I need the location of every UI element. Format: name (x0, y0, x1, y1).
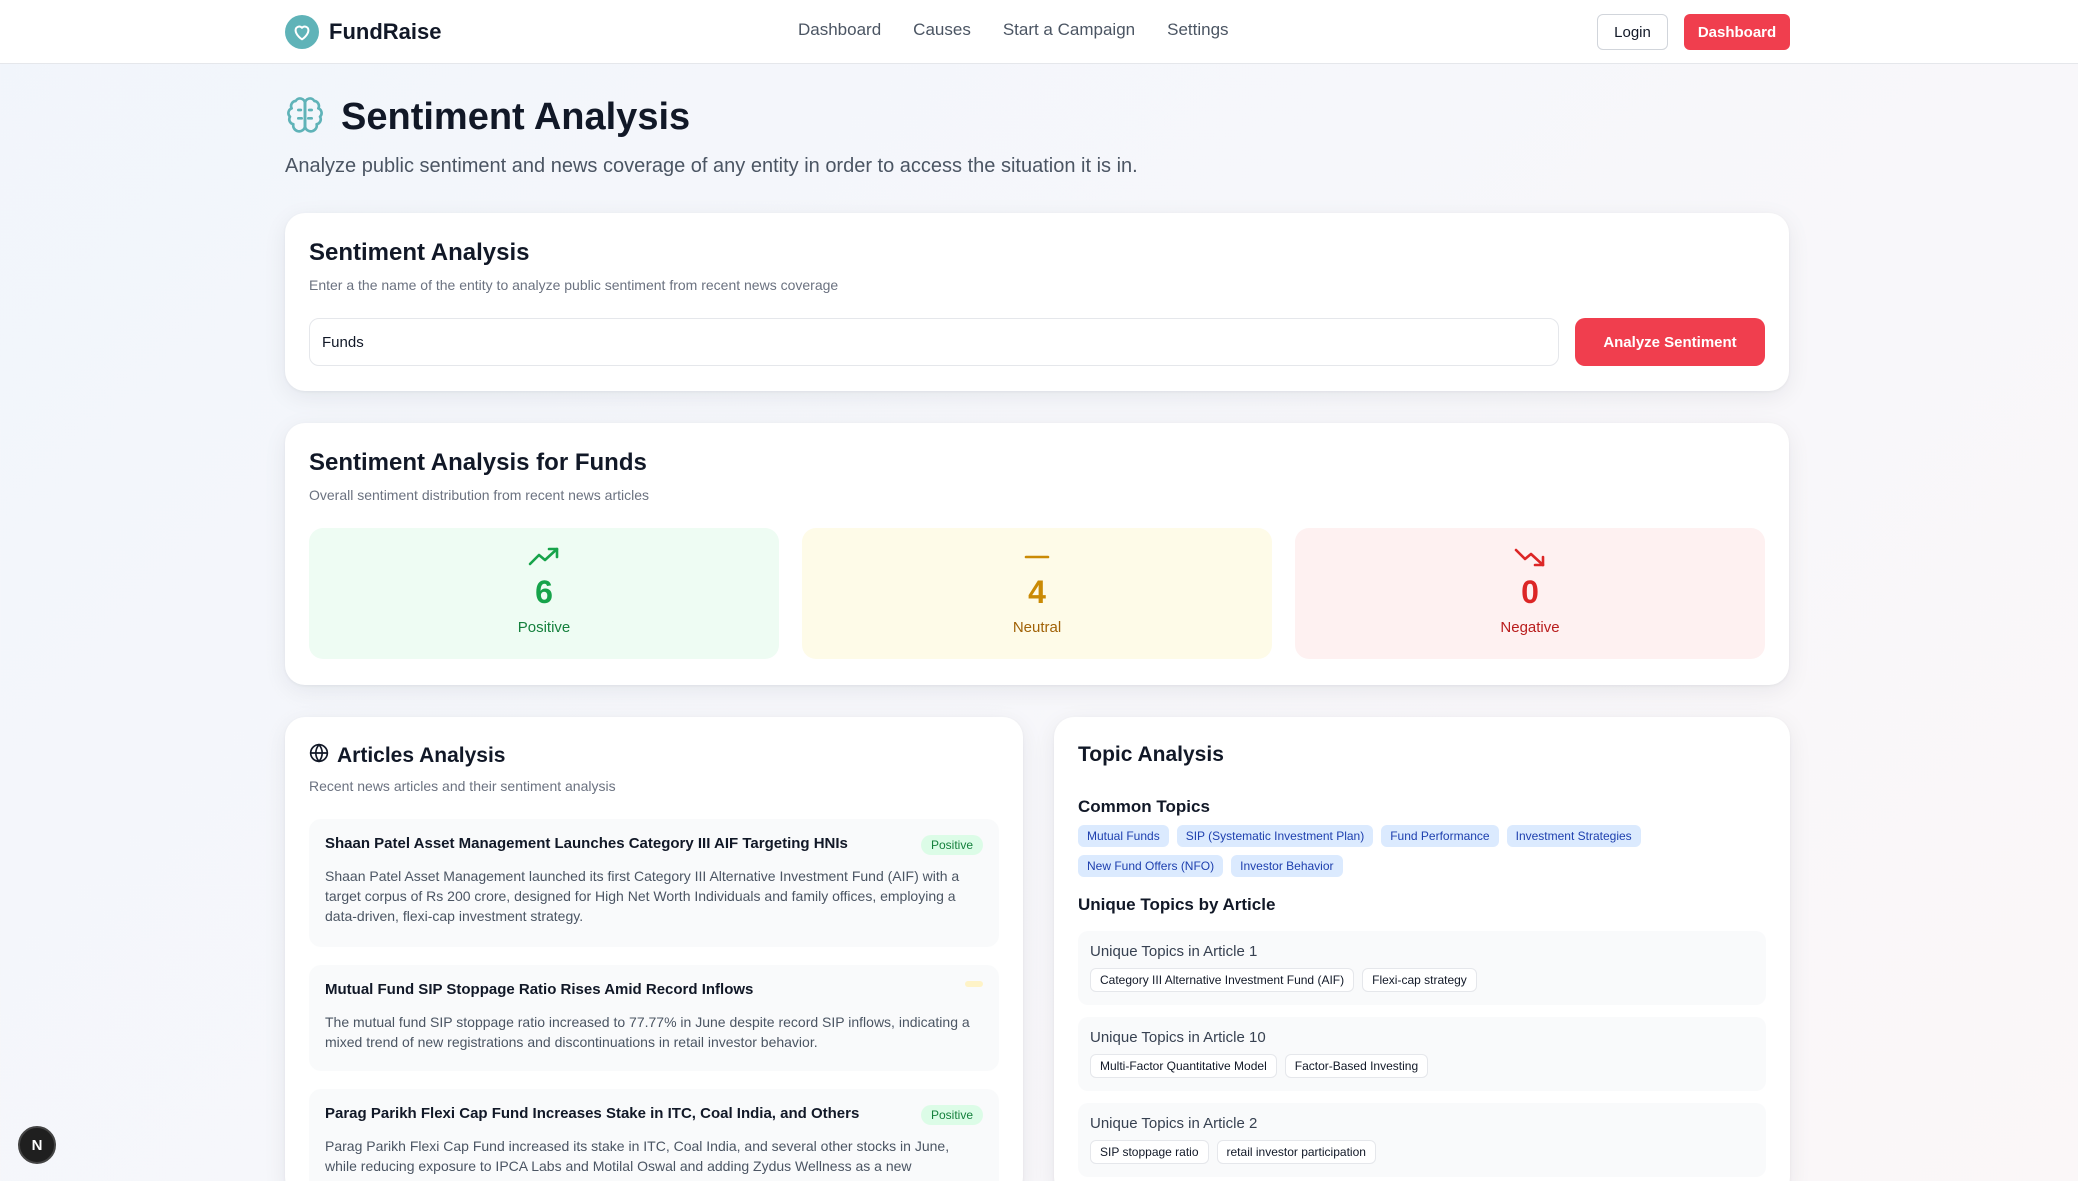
articles-card-header: Articles Analysis (309, 743, 999, 768)
nav-start-campaign[interactable]: Start a Campaign (1003, 20, 1135, 40)
positive-count: 6 (535, 574, 553, 610)
positive-stat: 6 Positive (309, 528, 779, 659)
brain-icon (285, 95, 325, 140)
entity-search-input[interactable] (309, 318, 1559, 366)
topic-chip[interactable]: New Fund Offers (NFO) (1078, 855, 1224, 877)
brand-name: FundRaise (329, 19, 442, 44)
negative-label: Negative (1500, 619, 1560, 636)
topic-chip[interactable]: SIP (Systematic Investment Plan) (1176, 825, 1374, 847)
unique-topics-title: Unique Topics in Article 10 (1090, 1029, 1266, 1046)
common-topics-heading: Common Topics (1078, 797, 1210, 816)
page-header: Sentiment Analysis (285, 95, 690, 140)
results-card: Sentiment Analysis for Funds Overall sen… (285, 423, 1789, 685)
search-card: Sentiment Analysis Enter a the name of t… (285, 213, 1789, 391)
login-button[interactable]: Login (1597, 14, 1668, 50)
topic-chip[interactable]: Category III Alternative Investment Fund… (1090, 968, 1355, 992)
articles-card: Articles Analysis Recent news articles a… (285, 717, 1023, 1181)
article-item[interactable]: Mutual Fund SIP Stoppage Ratio Rises Ami… (309, 965, 999, 1071)
sentiment-badge: Positive (920, 835, 983, 855)
topic-chip[interactable]: retail investor participation (1216, 1140, 1376, 1164)
article-summary: Parag Parikh Flexi Cap Fund increased it… (325, 1138, 950, 1174)
results-card-description: Overall sentiment distribution from rece… (309, 487, 650, 503)
topic-chip[interactable]: Factor-Based Investing (1284, 1054, 1429, 1078)
main-nav: Dashboard Causes Start a Campaign Settin… (798, 20, 1229, 40)
article-title: Mutual Fund SIP Stoppage Ratio Rises Ami… (325, 981, 754, 998)
results-card-title: Sentiment Analysis for Funds (309, 449, 647, 476)
brand[interactable]: FundRaise (285, 15, 441, 49)
neutral-label: Neutral (1012, 619, 1062, 636)
dashboard-button[interactable]: Dashboard (1684, 14, 1790, 50)
negative-stat: 0 Negative (1295, 528, 1765, 659)
unique-topics-heading: Unique Topics by Article (1078, 895, 1276, 914)
unique-topics-group: Unique Topics in Article 2 SIP stoppage … (1078, 1103, 1766, 1177)
globe-icon (309, 743, 329, 768)
sentiment-badge: Positive (920, 1105, 983, 1125)
top-navbar: FundRaise Dashboard Causes Start a Campa… (0, 0, 2078, 64)
minus-icon (1021, 546, 1053, 570)
nav-dashboard[interactable]: Dashboard (798, 20, 881, 40)
common-topics-list: Mutual Funds SIP (Systematic Investment … (1078, 825, 1718, 877)
article-summary: Shaan Patel Asset Management launched it… (325, 868, 960, 924)
articles-card-description: Recent news articles and their sentiment… (309, 778, 616, 794)
topic-chip[interactable]: SIP stoppage ratio (1090, 1140, 1209, 1164)
unique-topics-list: Category III Alternative Investment Fund… (1090, 968, 1754, 992)
topic-chip[interactable]: Fund Performance (1381, 825, 1499, 847)
neutral-count: 4 (1028, 574, 1046, 610)
articles-card-title: Articles Analysis (337, 743, 506, 767)
nav-causes[interactable]: Causes (913, 20, 971, 40)
topics-card-title: Topic Analysis (1078, 743, 1224, 766)
negative-count: 0 (1521, 574, 1539, 610)
article-item[interactable]: Shaan Patel Asset Management Launches Ca… (309, 819, 999, 947)
heart-icon (285, 15, 319, 49)
unique-topics-title: Unique Topics in Article 1 (1090, 943, 1258, 960)
topic-chip[interactable]: Investment Strategies (1506, 825, 1641, 847)
neutral-stat: 4 Neutral (802, 528, 1272, 659)
article-title: Parag Parikh Flexi Cap Fund Increases St… (325, 1105, 860, 1122)
unique-topics-title: Unique Topics in Article 2 (1090, 1115, 1258, 1132)
article-item[interactable]: Parag Parikh Flexi Cap Fund Increases St… (309, 1089, 999, 1181)
topic-chip[interactable]: Multi-Factor Quantitative Model (1090, 1054, 1277, 1078)
analyze-sentiment-button[interactable]: Analyze Sentiment (1575, 318, 1765, 366)
search-card-title: Sentiment Analysis (309, 239, 530, 266)
common-topics-section: Common Topics Mutual Funds SIP (Systemat… (1078, 797, 1766, 877)
article-title: Shaan Patel Asset Management Launches Ca… (325, 835, 848, 852)
page-subtitle: Analyze public sentiment and news covera… (285, 155, 1138, 177)
topic-chip[interactable]: Investor Behavior (1231, 855, 1343, 877)
nav-settings[interactable]: Settings (1167, 20, 1228, 40)
unique-topics-group: Unique Topics in Article 10 Multi-Factor… (1078, 1017, 1766, 1091)
page-title: Sentiment Analysis (341, 96, 691, 138)
sentiment-badge (965, 981, 983, 987)
article-summary: The mutual fund SIP stoppage ratio incre… (325, 1014, 970, 1050)
dev-tools-badge[interactable]: N (18, 1126, 56, 1164)
trending-up-icon (528, 546, 560, 570)
search-card-description: Enter a the name of the entity to analyz… (309, 277, 839, 293)
topic-chip[interactable]: Flexi-cap strategy (1362, 968, 1477, 992)
topics-card: Topic Analysis Common Topics Mutual Fund… (1054, 717, 1790, 1181)
unique-topics-list: Multi-Factor Quantitative Model Factor-B… (1090, 1054, 1754, 1078)
topic-chip[interactable]: Mutual Funds (1078, 825, 1169, 847)
trending-down-icon (1514, 546, 1546, 570)
unique-topics-group: Unique Topics in Article 1 Category III … (1078, 931, 1766, 1005)
positive-label: Positive (517, 619, 571, 636)
unique-topics-list: SIP stoppage ratio retail investor parti… (1090, 1140, 1754, 1164)
